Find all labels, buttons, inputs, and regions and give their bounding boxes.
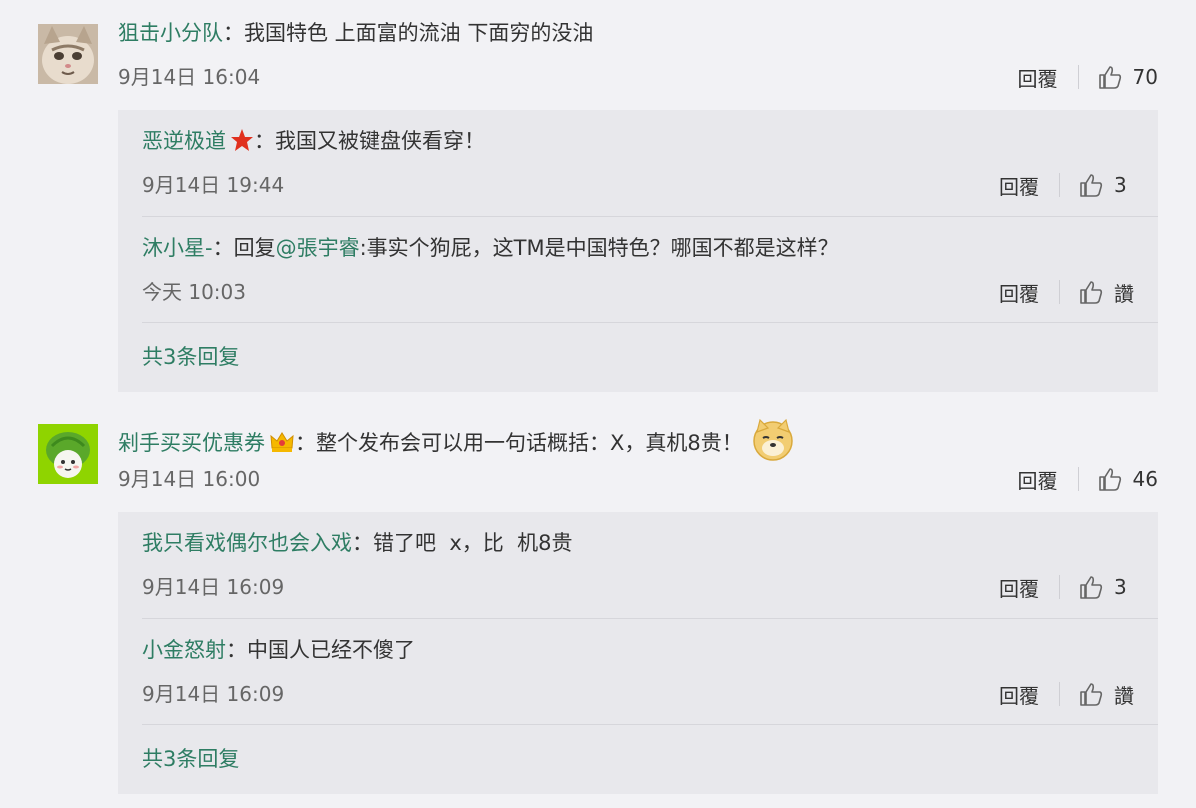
reply-content: 中国人已经不傻了 [247,638,415,662]
reply-item: 我只看戏偶尔也会入戏：错了吧 x，比 机8贵 9月14日 16:09 回覆 3 [142,512,1134,618]
thumbs-up-icon[interactable] [1078,279,1104,305]
comment-item: 剁手买买优惠券 ：整个发布会可以用一句话概括：X，真机8贵！ 9月14日 16:0… [0,390,1196,808]
reply-username[interactable]: 沐小星- [142,236,213,260]
like-count: 3 [1114,575,1127,599]
reply-button[interactable]: 回覆 [999,278,1039,307]
user-avatar[interactable] [38,24,98,84]
reply-item: 沐小星-：回复@張宇睿:事实个狗屁，这TM是中国特色？哪国不都是这样？ 今天 1… [142,217,1134,323]
comment-timestamp: 9月14日 16:00 [118,467,261,491]
reply-timestamp: 9月14日 19:44 [142,173,285,197]
mention-link[interactable]: @張宇睿 [276,236,360,260]
thumbs-up-icon[interactable] [1078,574,1104,600]
reply-item: 恶逆极道 ：我国又被键盘侠看穿！ 9月14日 19:44 回覆 3 [142,110,1134,216]
reply-thread: 恶逆极道 ：我国又被键盘侠看穿！ 9月14日 19:44 回覆 3 沐小星-：回复… [118,110,1158,392]
comment-content: 我国特色 上面富的流油 下面穷的没油 [244,21,594,45]
like-count: 70 [1132,65,1158,89]
like-label: 讚 [1114,281,1134,306]
reply-actions: 回覆 讚 [999,679,1134,709]
like-count: 46 [1132,467,1158,491]
red-star-badge-icon [231,129,253,151]
reply-actions: 回覆 3 [999,572,1134,602]
reply-text-line: 恶逆极道 ：我国又被键盘侠看穿！ [142,129,485,153]
like-count: 3 [1114,173,1127,197]
divider [1077,65,1079,89]
comment-actions: 回覆 70 [1018,62,1158,92]
reply-item: 小金怒射：中国人已经不傻了 9月14日 16:09 回覆 讚 [142,619,1134,725]
reply-timestamp: 今天 10:03 [142,280,246,304]
view-more-replies-link[interactable]: 共3条回复 [142,744,239,774]
divider [1077,467,1079,491]
reply-text-line: 我只看戏偶尔也会入戏：错了吧 x，比 机8贵 [142,531,573,555]
user-avatar[interactable] [38,424,98,484]
thumbs-up-icon[interactable] [1078,681,1104,707]
divider [142,322,1158,323]
divider [142,724,1158,725]
comment-item: 狙击小分队：我国特色 上面富的流油 下面穷的没油 9月14日 16:04 回覆 … [0,0,1196,392]
comment-username[interactable]: 剁手买买优惠券 [118,431,265,455]
reply-actions: 回覆 讚 [999,277,1134,307]
reply-username[interactable]: 我只看戏偶尔也会入戏 [142,531,352,555]
like-label: 讚 [1114,683,1134,708]
reply-content: :事实个狗屁，这TM是中国特色？哪国不都是这样？ [359,236,839,260]
reply-button[interactable]: 回覆 [999,171,1039,200]
reply-button[interactable]: 回覆 [1018,465,1058,494]
divider [1059,280,1060,304]
view-more-replies-link[interactable]: 共3条回复 [142,342,239,372]
reply-timestamp: 9月14日 16:09 [142,682,285,706]
comment-text-line: 狙击小分队：我国特色 上面富的流油 下面穷的没油 [118,21,594,45]
reply-content: 我国又被键盘侠看穿！ [275,129,485,153]
reply-timestamp: 9月14日 16:09 [142,575,285,599]
thumbs-up-icon[interactable] [1097,466,1123,492]
reply-button[interactable]: 回覆 [999,573,1039,602]
comment-username[interactable]: 狙击小分队 [118,21,223,45]
reply-actions: 回覆 3 [999,170,1134,200]
reply-content: 错了吧 x，比 机8贵 [373,531,573,555]
reply-username[interactable]: 恶逆极道 [142,129,226,153]
reply-username[interactable]: 小金怒射 [142,638,226,662]
doge-emoji-icon [753,418,793,461]
cabbage-avatar-icon [38,424,98,484]
reply-button[interactable]: 回覆 [999,680,1039,709]
crown-badge-icon [270,432,294,452]
comment-actions: 回覆 46 [1018,464,1158,494]
reply-text-line: 沐小星-：回复@張宇睿:事实个狗屁，这TM是中国特色？哪国不都是这样？ [142,236,839,260]
divider [1059,682,1060,706]
comment-text-line: 剁手买买优惠券 ：整个发布会可以用一句话概括：X，真机8贵！ [118,418,795,462]
cat-avatar-icon [38,24,98,84]
thumbs-up-icon[interactable] [1078,172,1104,198]
reply-button[interactable]: 回覆 [1018,63,1058,92]
reply-text-line: 小金怒射：中国人已经不傻了 [142,638,415,662]
thumbs-up-icon[interactable] [1097,64,1123,90]
divider [1059,575,1060,599]
comment-content: 整个发布会可以用一句话概括：X，真机8贵！ [316,431,743,455]
reply-thread: 我只看戏偶尔也会入戏：错了吧 x，比 机8贵 9月14日 16:09 回覆 3 … [118,512,1158,794]
comment-timestamp: 9月14日 16:04 [118,65,261,89]
divider [1059,173,1060,197]
